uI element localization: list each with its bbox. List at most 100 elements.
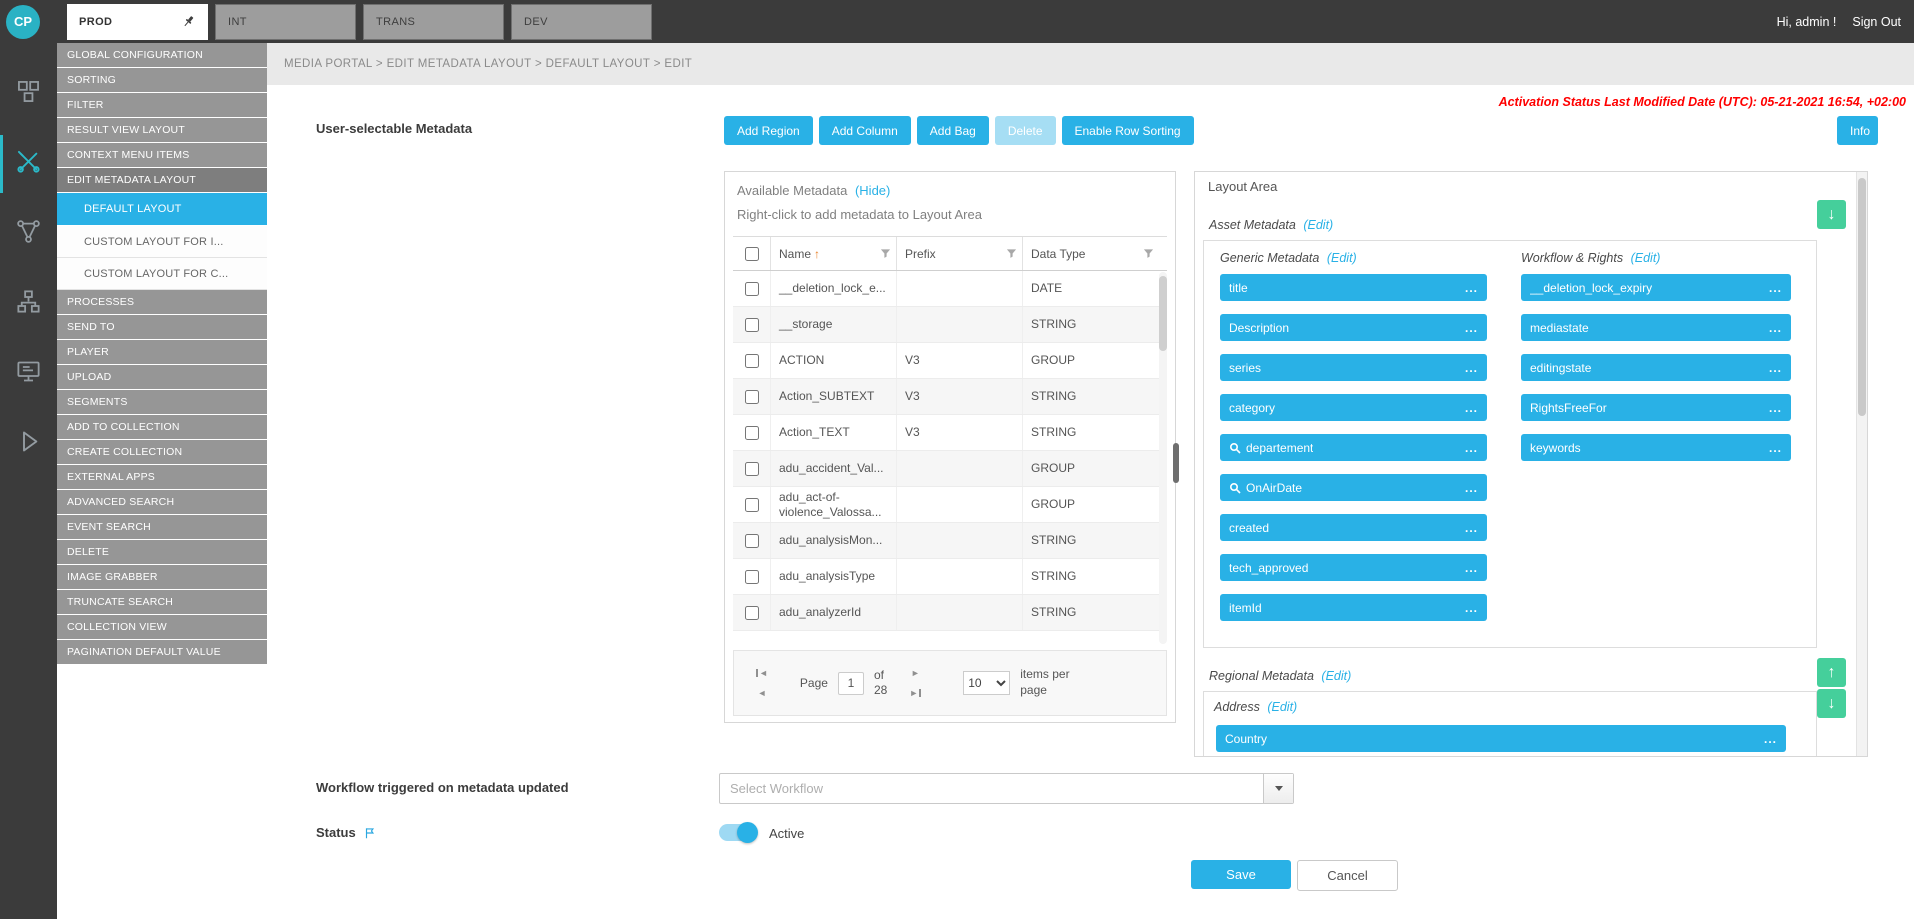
move-region-up-button[interactable]: ↑ <box>1817 658 1846 687</box>
rail-item-admin-tools[interactable] <box>0 135 57 193</box>
filter-icon-datatype[interactable] <box>1143 248 1154 259</box>
sidebar-item-context-menu-items[interactable]: CONTEXT MENU ITEMS <box>57 143 267 167</box>
table-row-adu-accident-val[interactable]: adu_accident_Val...GROUP <box>733 451 1159 487</box>
regional-edit-link[interactable]: (Edit) <box>1321 669 1351 683</box>
chip-title[interactable]: title... <box>1220 274 1487 301</box>
first-page-button[interactable]: ◄ <box>756 669 768 678</box>
layout-scrollbar[interactable] <box>1856 172 1867 756</box>
tab-prod[interactable]: PROD <box>67 4 208 40</box>
row-checkbox[interactable] <box>745 318 759 332</box>
chip-rightsfreefor[interactable]: RightsFreeFor... <box>1521 394 1791 421</box>
row-checkbox[interactable] <box>745 354 759 368</box>
sidebar-item-filter[interactable]: FILTER <box>57 93 267 117</box>
table-row-action-text[interactable]: Action_TEXTV3STRING <box>733 415 1159 451</box>
last-page-button[interactable]: ► <box>909 689 921 698</box>
rail-item-processes[interactable] <box>0 205 57 263</box>
sidebar-item-custom-layout-for-c[interactable]: CUSTOM LAYOUT FOR C... <box>57 258 267 290</box>
chip-itemid[interactable]: itemId... <box>1220 594 1487 621</box>
table-row-adu-analyzerid[interactable]: adu_analyzerIdSTRING <box>733 595 1159 631</box>
sign-out-link[interactable]: Sign Out <box>1852 15 1901 29</box>
table-row-action[interactable]: ACTIONV3GROUP <box>733 343 1159 379</box>
sidebar-item-result-view-layout[interactable]: RESULT VIEW LAYOUT <box>57 118 267 142</box>
sidebar-item-pagination-default-value[interactable]: PAGINATION DEFAULT VALUE <box>57 640 267 664</box>
delete-button[interactable]: Delete <box>995 116 1056 145</box>
table-row-adu-analysistype[interactable]: adu_analysisTypeSTRING <box>733 559 1159 595</box>
cancel-button[interactable]: Cancel <box>1297 860 1398 891</box>
sidebar-item-send-to[interactable]: SEND TO <box>57 315 267 339</box>
page-number-input[interactable] <box>838 672 864 695</box>
dropdown-arrow-icon[interactable] <box>1263 774 1293 803</box>
select-all-checkbox[interactable] <box>745 247 759 261</box>
hide-link[interactable]: (Hide) <box>855 183 890 198</box>
sidebar-item-segments[interactable]: SEGMENTS <box>57 390 267 414</box>
sidebar-item-player[interactable]: PLAYER <box>57 340 267 364</box>
add-region-button[interactable]: Add Region <box>724 116 813 145</box>
tab-trans[interactable]: TRANS <box>363 4 504 40</box>
save-button[interactable]: Save <box>1191 860 1291 889</box>
table-row-storage[interactable]: __storageSTRING <box>733 307 1159 343</box>
table-row-deletion-lock-e[interactable]: __deletion_lock_e...DATE <box>733 271 1159 307</box>
info-button[interactable]: Info <box>1837 116 1878 145</box>
table-row-adu-analysismon[interactable]: adu_analysisMon...STRING <box>733 523 1159 559</box>
column-header-prefix[interactable]: Prefix <box>896 237 1022 270</box>
generic-edit-link[interactable]: (Edit) <box>1327 251 1357 265</box>
add-bag-button[interactable]: Add Bag <box>917 116 989 145</box>
workflow-select[interactable]: Select Workflow <box>719 773 1294 804</box>
sidebar-item-advanced-search[interactable]: ADVANCED SEARCH <box>57 490 267 514</box>
sidebar-item-add-to-collection[interactable]: ADD TO COLLECTION <box>57 415 267 439</box>
chip-departement[interactable]: departement... <box>1220 434 1487 461</box>
row-checkbox[interactable] <box>745 462 759 476</box>
row-checkbox[interactable] <box>745 282 759 296</box>
sidebar-item-event-search[interactable]: EVENT SEARCH <box>57 515 267 539</box>
chip-created[interactable]: created... <box>1220 514 1487 541</box>
row-checkbox[interactable] <box>745 606 759 620</box>
filter-icon-name[interactable] <box>880 248 891 259</box>
add-column-button[interactable]: Add Column <box>819 116 911 145</box>
status-toggle[interactable] <box>719 824 757 841</box>
sidebar-item-collection-view[interactable]: COLLECTION VIEW <box>57 615 267 639</box>
chip-country[interactable]: Country... <box>1216 725 1786 752</box>
sidebar-item-create-collection[interactable]: CREATE COLLECTION <box>57 440 267 464</box>
panel-splitter-handle[interactable] <box>1173 443 1179 483</box>
chip-description[interactable]: Description... <box>1220 314 1487 341</box>
chip-tech-approved[interactable]: tech_approved... <box>1220 554 1487 581</box>
grid-scrollbar[interactable] <box>1159 272 1167 644</box>
row-checkbox[interactable] <box>745 570 759 584</box>
layout-scrollbar-thumb[interactable] <box>1858 178 1866 416</box>
column-header-datatype[interactable]: Data Type <box>1022 237 1159 270</box>
app-logo[interactable]: CP <box>6 5 40 39</box>
sidebar-item-default-layout[interactable]: DEFAULT LAYOUT <box>57 193 267 225</box>
sidebar-item-truncate-search[interactable]: TRUNCATE SEARCH <box>57 590 267 614</box>
row-checkbox[interactable] <box>745 426 759 440</box>
workflow-rights-edit-link[interactable]: (Edit) <box>1631 251 1661 265</box>
sidebar-item-delete[interactable]: DELETE <box>57 540 267 564</box>
asset-edit-link[interactable]: (Edit) <box>1303 218 1333 232</box>
sidebar-item-edit-metadata-layout[interactable]: EDIT METADATA LAYOUT <box>57 168 267 192</box>
move-region-down-button[interactable]: ↓ <box>1817 200 1846 229</box>
chip-keywords[interactable]: keywords... <box>1521 434 1791 461</box>
chip-onairdate[interactable]: OnAirDate... <box>1220 474 1487 501</box>
chip-category[interactable]: category... <box>1220 394 1487 421</box>
sidebar-item-external-apps[interactable]: EXTERNAL APPS <box>57 465 267 489</box>
sidebar-item-processes[interactable]: PROCESSES <box>57 290 267 314</box>
prev-page-button[interactable]: ◄ <box>758 689 767 698</box>
rail-item-organization[interactable] <box>0 275 57 333</box>
tab-dev[interactable]: DEV <box>511 4 652 40</box>
sidebar-item-image-grabber[interactable]: IMAGE GRABBER <box>57 565 267 589</box>
chip-series[interactable]: series... <box>1220 354 1487 381</box>
table-row-adu-act-of-violence-valossa[interactable]: adu_act-of-violence_Valossa...GROUP <box>733 487 1159 523</box>
sidebar-item-custom-layout-for-i[interactable]: CUSTOM LAYOUT FOR I... <box>57 226 267 258</box>
filter-icon-prefix[interactable] <box>1006 248 1017 259</box>
chip-deletion-lock-expiry[interactable]: __deletion_lock_expiry... <box>1521 274 1791 301</box>
page-size-select[interactable]: 10 <box>963 671 1010 695</box>
column-header-name[interactable]: Name ↑ <box>770 237 896 270</box>
tab-int[interactable]: INT <box>215 4 356 40</box>
rail-item-player[interactable] <box>0 415 57 473</box>
row-checkbox[interactable] <box>745 534 759 548</box>
next-page-button[interactable]: ► <box>911 669 920 678</box>
chip-editingstate[interactable]: editingstate... <box>1521 354 1791 381</box>
move-region-down-button-2[interactable]: ↓ <box>1817 689 1846 718</box>
rail-item-apps[interactable] <box>0 345 57 403</box>
enable-row-sorting-button[interactable]: Enable Row Sorting <box>1062 116 1194 145</box>
sidebar-item-global-configuration[interactable]: GLOBAL CONFIGURATION <box>57 43 267 67</box>
